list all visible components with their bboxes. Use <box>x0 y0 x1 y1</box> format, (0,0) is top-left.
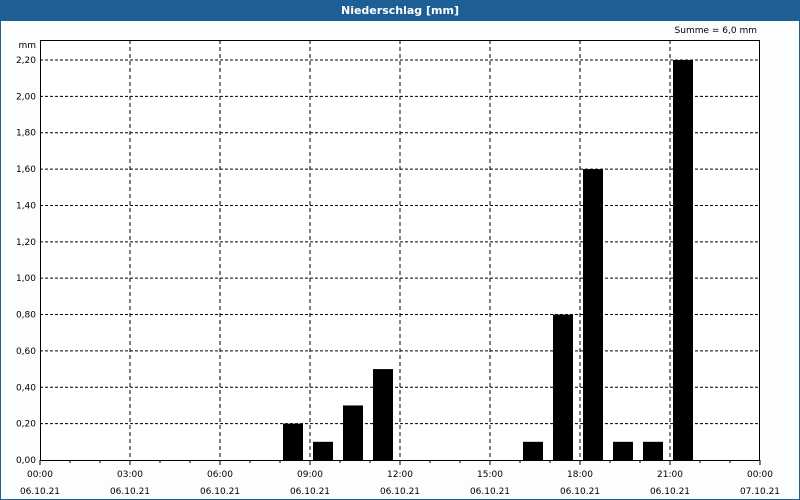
x-tick-time: 18:00 <box>567 470 593 480</box>
x-tick-time: 09:00 <box>297 470 323 480</box>
x-tick-time: 03:00 <box>117 470 143 480</box>
y-tick-label: 1,60 <box>16 165 36 175</box>
y-tick-label: 0,80 <box>16 311 36 321</box>
y-axis-label: mm <box>18 41 36 51</box>
y-tick-label: 1,20 <box>16 238 36 248</box>
bar <box>523 441 543 460</box>
y-tick-label: 0,00 <box>16 456 36 466</box>
bar <box>673 60 693 460</box>
x-tick-time: 00:00 <box>747 470 773 480</box>
precipitation-chart: 0,00 0,20 0,40 0,60 0,80 1,00 1,20 1,40 1,60 1,80… <box>16 26 780 497</box>
x-tick-date: 06.10.21 <box>650 487 690 497</box>
x-tick-date: 06.10.21 <box>110 487 150 497</box>
y-tick-label: 0,20 <box>16 420 36 430</box>
y-tick-label: 1,40 <box>16 201 36 211</box>
x-tick-date: 07.10.21 <box>740 487 780 497</box>
x-tick-time: 15:00 <box>477 470 503 480</box>
y-tick-label: 0,60 <box>16 347 36 357</box>
x-tick-time: 06:00 <box>207 470 233 480</box>
x-tick-date: 06.10.21 <box>200 487 240 497</box>
x-tick-date: 06.10.21 <box>290 487 330 497</box>
x-tick-date: 06.10.21 <box>380 487 420 497</box>
x-tick-time: 12:00 <box>387 470 413 480</box>
sum-annotation: Summe = 6,0 mm <box>675 26 757 36</box>
y-tick-label: 1,80 <box>16 129 36 139</box>
bar <box>613 441 633 460</box>
y-tick-label: 2,20 <box>16 56 36 66</box>
y-tick-label: 1,00 <box>16 274 36 284</box>
y-tick-label: 2,00 <box>16 92 36 102</box>
bar <box>343 405 363 460</box>
x-tick-time: 00:00 <box>27 470 53 480</box>
bar <box>643 441 663 460</box>
bar <box>313 441 333 460</box>
bar <box>583 169 603 460</box>
y-tick-label: 0,40 <box>16 383 36 393</box>
x-tick-date: 06.10.21 <box>470 487 510 497</box>
bar <box>283 423 303 460</box>
x-tick-date: 06.10.21 <box>560 487 600 497</box>
x-tick-time: 21:00 <box>657 470 683 480</box>
bar <box>373 369 393 460</box>
bar <box>553 314 573 460</box>
x-tick-date: 06.10.21 <box>20 487 60 497</box>
